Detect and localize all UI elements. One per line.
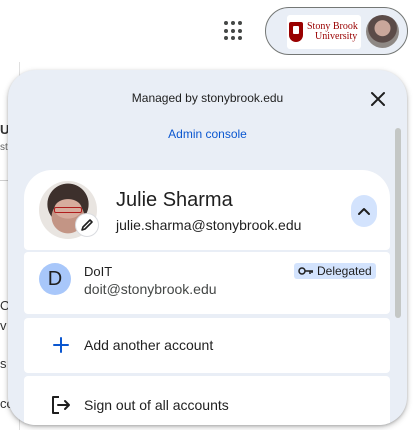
- managed-by-text: Managed by stonybrook.edu: [131, 91, 284, 105]
- primary-account-card: Julie Sharma julie.sharma@stonybrook.edu: [24, 170, 390, 250]
- avatar: D: [39, 263, 71, 295]
- key-icon: [298, 267, 313, 275]
- edit-pencil-icon: [81, 219, 93, 231]
- glasses-detail: [54, 207, 82, 213]
- background-text-fragment: s: [0, 356, 7, 371]
- account-popup: Managed by stonybrook.edu Admin console …: [8, 70, 407, 425]
- plus-icon: [50, 334, 72, 356]
- admin-console-link[interactable]: Admin console: [8, 127, 407, 141]
- avatar[interactable]: [366, 15, 399, 48]
- user-name: Julie Sharma: [116, 189, 233, 211]
- edit-photo-button[interactable]: [75, 213, 99, 237]
- sign-out-button[interactable]: Sign out of all accounts: [24, 376, 390, 425]
- add-account-button[interactable]: Add another account: [24, 318, 390, 373]
- background-text-fragment: v: [0, 318, 7, 333]
- university-logo: Stony Brook University: [287, 15, 361, 49]
- delegated-badge-label: Delegated: [317, 264, 372, 278]
- delegated-account-row[interactable]: D DoIT doit@stonybrook.edu Delegated: [24, 252, 390, 314]
- logo-line-2: University: [315, 31, 358, 42]
- delegated-account-email: doit@stonybrook.edu: [84, 281, 217, 297]
- close-button[interactable]: [367, 88, 389, 110]
- add-account-label: Add another account: [84, 337, 214, 353]
- sign-out-icon: [50, 394, 72, 416]
- scrollbar[interactable]: [395, 128, 401, 318]
- user-email: julie.sharma@stonybrook.edu: [116, 217, 302, 233]
- delegated-account-name: DoIT: [84, 264, 113, 279]
- delegated-badge: Delegated: [294, 263, 376, 279]
- apps-grid-icon[interactable]: [224, 21, 244, 41]
- account-chip[interactable]: Stony Brook University: [265, 7, 408, 55]
- close-icon: [371, 92, 385, 106]
- collapse-accounts-button[interactable]: [351, 195, 377, 227]
- chevron-up-icon: [358, 208, 370, 215]
- sign-out-label: Sign out of all accounts: [84, 397, 229, 413]
- shield-icon: [289, 22, 303, 42]
